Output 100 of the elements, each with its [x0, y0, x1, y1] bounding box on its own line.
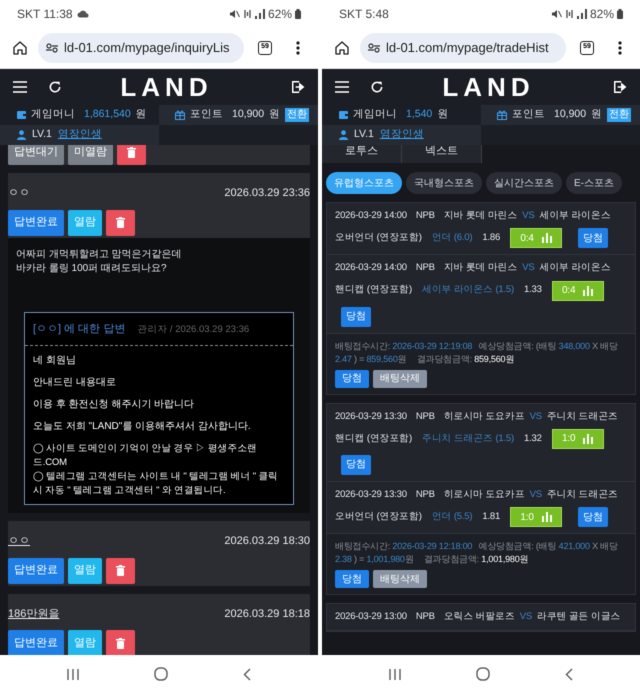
away-team: 라쿠텐 골든 이글스 [537, 610, 620, 624]
result-button[interactable]: 당첨 [578, 228, 608, 248]
bet-summary-text: 배팅접수시간: 2026-03-29 12:19:08 예상당첨금액: (배팅 348,000 X 배당 2.47 ) = 859,560원 결과당첨금액: 859,560원 [335, 340, 619, 366]
user-icon [339, 130, 348, 140]
point-unit: 원 [269, 107, 280, 122]
home-button-icon[interactable] [154, 667, 168, 681]
more-icon[interactable] [618, 40, 622, 54]
user-level: LV.1 [32, 127, 52, 142]
read-status-button[interactable]: 미열람 [68, 145, 113, 165]
market-name: 오버언더 (연장포함) [335, 510, 422, 524]
trash-icon [116, 565, 125, 576]
money-value: 1,540 [406, 107, 432, 122]
score-text: 1:0 [562, 432, 576, 446]
logout-icon[interactable] [613, 80, 627, 94]
convert-button[interactable]: 전환 [285, 108, 310, 122]
status-button[interactable]: 답변완료 [8, 558, 64, 584]
mute-icon [550, 8, 562, 18]
odds-value: 1.81 [482, 510, 500, 524]
gift-icon [497, 110, 507, 120]
result-button[interactable]: 당첨 [578, 507, 608, 527]
mute-icon [228, 8, 240, 18]
menu-icon[interactable] [335, 81, 349, 93]
refresh-icon[interactable] [48, 80, 62, 94]
read-status-button[interactable]: 열람 [68, 558, 102, 584]
answer-title: [ㅇㅇ] 에 대한 답변 [33, 322, 126, 336]
menu-icon[interactable] [13, 81, 27, 93]
money-unit: 원 [437, 107, 448, 122]
inquiry-title[interactable]: 186만원을 [8, 606, 60, 622]
answer-note: ◯ 사이트 도메인이 기억이 안날 경우 ▷ 평생주소랜드.COM [33, 442, 258, 470]
delete-button[interactable] [106, 558, 135, 584]
tune-icon[interactable] [368, 42, 380, 52]
nickname-link[interactable]: 염장인생 [380, 127, 424, 143]
wallet-icon [339, 111, 348, 119]
delete-button[interactable] [106, 210, 135, 236]
league-name: NPB [416, 410, 435, 424]
versus-label: VS [530, 488, 542, 502]
delete-bet-button[interactable]: 배팅삭제 [373, 570, 427, 588]
signal-icon [254, 8, 265, 18]
sport-tab[interactable]: E-스포츠 [566, 172, 622, 194]
sport-tab[interactable]: 유럽형스포츠 [326, 172, 402, 194]
answer-text: 오늘도 저희 "LAND"를 이용해주셔서 감사합니다. [33, 420, 252, 434]
odds-value: 1.32 [524, 432, 542, 446]
status-button[interactable]: 답변완료 [8, 630, 64, 655]
match-date: 2026-03-29 14:00 [335, 261, 407, 276]
point-label: 포인트 [190, 107, 223, 122]
recent-apps-icon[interactable] [67, 668, 80, 680]
result-button[interactable]: 당첨 [335, 570, 369, 588]
home-button-icon[interactable] [476, 667, 490, 681]
carrier-time: SKT 5:48 [339, 6, 389, 22]
home-icon[interactable] [12, 40, 28, 56]
sport-tab[interactable]: 국내형스포츠 [406, 172, 482, 194]
home-team: 히로시마 도요카프 [444, 410, 525, 424]
home-team: 지바 롯데 마린스 [444, 209, 518, 223]
score-text: 0:4 [520, 232, 534, 246]
back-icon[interactable] [564, 668, 573, 680]
url-text: ld-01.com/mypage/inquiryLis [64, 38, 230, 57]
odds-value: 1.86 [482, 231, 500, 246]
inquiry-title[interactable]: ㅇㅇ [8, 533, 30, 550]
answer-text: 이용 후 환전신청 해주시기 바랍니다 [33, 398, 196, 412]
gift-icon [175, 110, 185, 120]
answer-note: ◯ 텔레그램 고객센터는 사이트 내 " 텔레그램 베너 " 클릭 시 자동 " 텔레그램 고객센터 " 와 연결됩니다. [33, 470, 279, 498]
battery-percent: 82% [590, 6, 614, 22]
inquiry-date: 2026.03.29 23:36 [224, 186, 310, 201]
trash-icon [116, 638, 125, 648]
menu-tab[interactable]: 넥스트 [402, 145, 482, 163]
bar-chart-icon [583, 286, 594, 296]
market-name: 핸디캡 (연장포함) [335, 283, 412, 298]
status-button[interactable]: 답변완료 [8, 210, 64, 236]
result-button[interactable]: 당첨 [341, 306, 371, 326]
away-team: 주니치 드래곤즈 [546, 410, 618, 424]
odds-value: 1.33 [524, 283, 542, 298]
home-icon[interactable] [334, 40, 350, 56]
delete-bet-button[interactable]: 배팅삭제 [373, 370, 427, 388]
menu-tab[interactable]: 로투스 [322, 145, 402, 163]
back-icon[interactable] [242, 668, 251, 680]
sport-tab[interactable]: 실시간스포츠 [486, 172, 562, 194]
nickname-link[interactable]: 염장인생 [58, 127, 102, 143]
address-bar[interactable]: ld-01.com/mypage/tradeHist [360, 32, 566, 62]
refresh-icon[interactable] [370, 80, 384, 94]
tune-icon[interactable] [46, 42, 58, 52]
pick-name: 세이부 라이온스 (1.5) [422, 283, 514, 298]
versus-label: VS [530, 410, 542, 424]
more-icon[interactable] [296, 40, 300, 54]
convert-button[interactable]: 전환 [607, 108, 632, 122]
versus-label: VS [520, 610, 532, 624]
recent-apps-icon[interactable] [389, 668, 402, 680]
status-button[interactable]: 답변대기 [8, 145, 64, 165]
inquiry-title[interactable]: ㅇㅇ [8, 185, 30, 202]
logout-icon[interactable] [291, 80, 305, 94]
result-button[interactable]: 당첨 [335, 370, 369, 388]
result-button[interactable]: 당첨 [341, 454, 371, 475]
market-name: 핸디캡 (연장포함) [335, 432, 412, 446]
read-status-button[interactable]: 열람 [68, 210, 102, 236]
pick-name: 주니치 드래곤즈 (1.5) [422, 432, 514, 446]
pick-name: 언더 (5.5) [432, 510, 472, 524]
money-label: 게임머니 [31, 107, 75, 122]
network-icon [564, 8, 574, 18]
inquiry-date: 2026.03.29 18:18 [224, 606, 310, 622]
address-bar[interactable]: ld-01.com/mypage/inquiryLis [38, 32, 244, 62]
read-status-button[interactable]: 열람 [68, 630, 102, 655]
